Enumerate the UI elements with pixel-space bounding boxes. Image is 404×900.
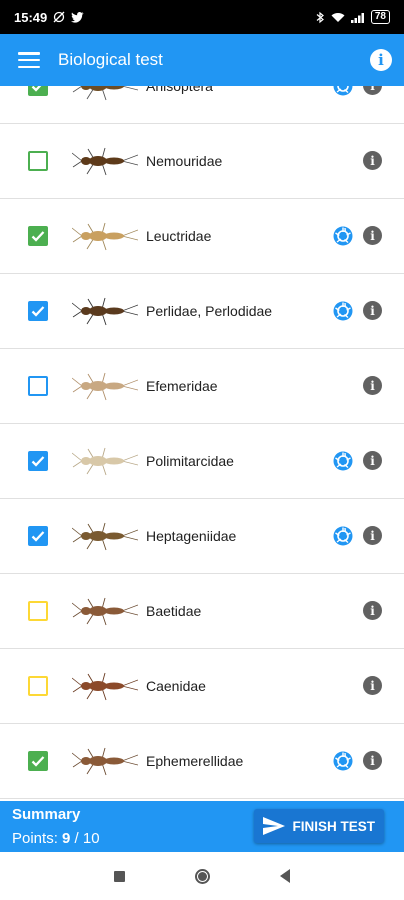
camera-aperture-icon[interactable] [333, 86, 353, 96]
camera-aperture-icon[interactable] [333, 301, 353, 321]
points-text: Points: 9 / 10 [12, 830, 100, 847]
taxon-name: Leuctridae [146, 228, 212, 244]
taxon-row[interactable]: Anisoptera i [0, 86, 404, 124]
no-alarm-icon [53, 11, 65, 23]
info-icon[interactable]: i [363, 376, 382, 395]
taxon-checkbox[interactable] [28, 676, 48, 696]
info-icon[interactable]: i [363, 451, 382, 470]
camera-aperture-icon[interactable] [333, 226, 353, 246]
home-icon[interactable] [195, 868, 210, 884]
insect-image [71, 141, 139, 181]
battery-indicator: 78 [370, 10, 390, 24]
twitter-icon [71, 11, 84, 23]
taxon-name: Perlidae, Perlodidae [146, 303, 273, 319]
taxon-row[interactable]: Efemeridae i [0, 349, 404, 424]
system-nav-bar [0, 852, 404, 900]
signal-icon [350, 12, 364, 23]
app-bar: Biological test i [0, 34, 404, 86]
taxon-name: Baetidae [146, 603, 202, 619]
summary-bar: Summary Points: 9 / 10 FINISH TEST [0, 801, 404, 852]
taxon-checkbox[interactable] [28, 226, 48, 246]
clock: 15:49 [14, 9, 48, 25]
taxon-name: Caenidae [146, 678, 206, 694]
taxon-row[interactable]: Leuctridae i [0, 199, 404, 274]
taxon-checkbox[interactable] [28, 751, 48, 771]
camera-aperture-icon[interactable] [333, 451, 353, 471]
taxon-row[interactable]: Heptageniidae i [0, 499, 404, 574]
taxon-checkbox[interactable] [28, 151, 48, 171]
app-title: Biological test [58, 50, 163, 69]
info-icon[interactable]: i [363, 601, 382, 620]
insect-image [71, 366, 139, 406]
taxon-name: Nemouridae [146, 153, 223, 169]
info-icon[interactable]: i [370, 49, 392, 71]
bluetooth-icon [316, 11, 324, 23]
taxon-checkbox[interactable] [28, 601, 48, 621]
taxon-checkbox[interactable] [28, 301, 48, 321]
insect-image [71, 216, 139, 256]
insect-image [72, 86, 139, 106]
info-icon[interactable]: i [363, 151, 382, 170]
insect-image [71, 591, 139, 631]
taxon-row[interactable]: Nemouridae i [0, 124, 404, 199]
points-total: 10 [82, 830, 100, 847]
insect-image [71, 516, 139, 556]
send-icon [263, 817, 286, 835]
taxon-name: Heptageniidae [146, 528, 237, 544]
taxa-list[interactable]: AnisopteraiNemouridaeiLeuctridaeiPerlida… [0, 86, 404, 801]
recents-icon[interactable] [114, 870, 125, 882]
taxon-row[interactable]: Caenidae i [0, 649, 404, 724]
taxon-checkbox[interactable] [28, 526, 48, 546]
insect-image [71, 666, 139, 706]
insect-image [71, 741, 139, 781]
taxon-name: Efemeridae [146, 378, 218, 394]
points-label: Points: [12, 830, 63, 847]
insect-image [71, 291, 139, 331]
camera-aperture-icon[interactable] [333, 526, 353, 546]
finish-test-button[interactable]: FINISH TEST [254, 809, 384, 843]
info-icon[interactable]: i [363, 226, 382, 245]
taxon-row[interactable]: Ephemerellidae i [0, 724, 404, 799]
taxon-checkbox[interactable] [28, 376, 48, 396]
info-icon[interactable]: i [363, 301, 382, 320]
taxon-row[interactable]: Baetidae i [0, 574, 404, 649]
taxon-name: Ephemerellidae [146, 753, 244, 769]
menu-icon[interactable] [18, 52, 40, 68]
info-icon[interactable]: i [363, 526, 382, 545]
taxon-checkbox[interactable] [28, 86, 48, 96]
camera-aperture-icon[interactable] [333, 751, 353, 771]
taxon-checkbox[interactable] [28, 451, 48, 471]
summary-title: Summary [12, 806, 81, 823]
insect-image [71, 441, 139, 481]
points-separator: / [70, 830, 83, 847]
info-icon[interactable]: i [363, 751, 382, 770]
finish-test-label: FINISH TEST [292, 818, 375, 834]
back-icon[interactable] [280, 869, 290, 883]
status-bar: 15:49 78 [0, 0, 404, 34]
wifi-icon [331, 12, 345, 22]
info-icon[interactable]: i [363, 676, 382, 695]
info-icon[interactable]: i [363, 86, 382, 95]
taxon-name: Anisoptera [146, 86, 213, 94]
taxon-name: Polimitarcidae [146, 453, 234, 469]
taxon-row[interactable]: Polimitarcidae i [0, 424, 404, 499]
taxon-row[interactable]: Perlidae, Perlodidae i [0, 274, 404, 349]
